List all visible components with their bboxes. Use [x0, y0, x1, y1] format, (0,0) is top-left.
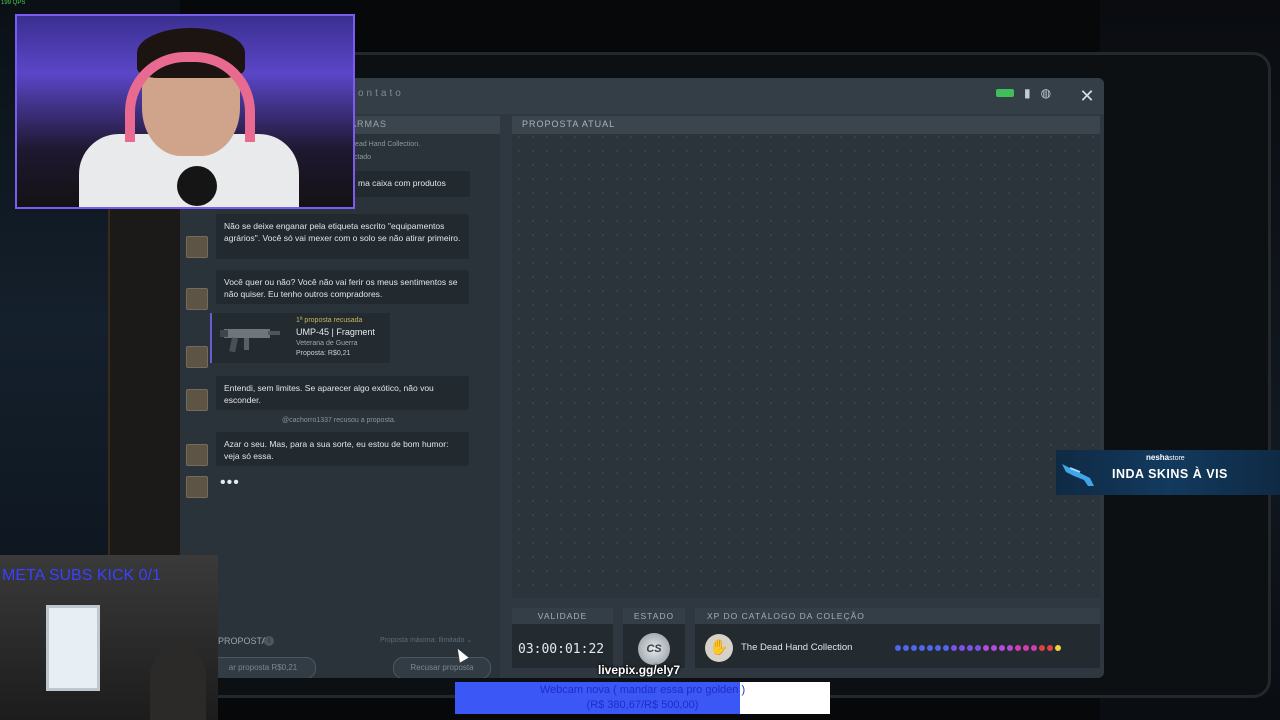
window-title: contato: [350, 88, 404, 99]
xp-dot: [999, 645, 1005, 651]
xp-dot: [1007, 645, 1013, 651]
sponsor-tagline: INDA SKINS À VIS: [1112, 467, 1228, 481]
proposal-label: PROPOSTA: [218, 636, 268, 646]
background-door: [108, 205, 182, 565]
npc-avatar: [186, 288, 208, 310]
collection-xp-box: XP DO CATÁLOGO DA COLEÇÃO ✋ The Dead Han…: [695, 608, 1100, 668]
collection-xp-label: XP DO CATÁLOGO DA COLEÇÃO: [695, 608, 1100, 624]
sponsor-banner: neshastore INDA SKINS À VIS: [1056, 450, 1280, 495]
offer-item-price: Proposta: R$0,21: [296, 350, 351, 357]
npc-avatar: [186, 346, 208, 368]
current-offer-title: PROPOSTA ATUAL: [522, 119, 616, 129]
microphone-icon: [177, 166, 217, 206]
validity-box: VALIDADE 03:00:01:22: [512, 608, 613, 668]
state-label: ESTADO: [623, 608, 685, 624]
npc-avatar: [186, 476, 208, 498]
offer-item-name: UMP-45 | Fragment: [296, 327, 375, 337]
chat-message: Azar o seu. Mas, para a sua sorte, eu es…: [216, 432, 469, 466]
camera-person: [150, 647, 206, 720]
cs-logo-icon: CS: [638, 633, 670, 665]
current-offer-panel: PROPOSTA ATUAL: [512, 116, 1100, 598]
xp-dot: [1039, 645, 1045, 651]
rifle-icon: [1062, 464, 1094, 486]
streamer-webcam: [15, 14, 355, 209]
typing-indicator: •••: [220, 474, 240, 491]
secondary-camera: META SUBS KICK 0/1: [0, 555, 218, 720]
current-offer-header: PROPOSTA ATUAL: [512, 116, 1100, 134]
chat-header-label: ARMAS: [350, 119, 388, 129]
xp-dot: [903, 645, 909, 651]
chat-message: Entendi, sem limites. Se aparecer algo e…: [216, 376, 469, 410]
xp-dot: [1055, 645, 1061, 651]
hand-icon: ✋: [705, 634, 733, 662]
info-icon[interactable]: i: [264, 636, 274, 646]
system-message: @cachorro1337 recusou a proposta.: [282, 417, 396, 424]
livepix-link: livepix.gg/ely7: [598, 663, 681, 677]
offer-item-grade: Veterana de Guerra: [296, 340, 358, 347]
npc-avatar: [186, 236, 208, 258]
xp-dot: [935, 645, 941, 651]
status-icons: ▮ ◍: [996, 86, 1051, 100]
chat-message: Não se deixe enganar pela etiqueta escri…: [216, 214, 469, 259]
xp-dot: [983, 645, 989, 651]
xp-dot: [927, 645, 933, 651]
xp-dot: [967, 645, 973, 651]
collection-xp-progress: [895, 645, 1061, 651]
npc-avatar: [186, 389, 208, 411]
sponsor-brand: neshastore: [1146, 453, 1185, 462]
collection-line: Dead Hand Collection.: [350, 141, 421, 148]
chat-message: ma caixa com produtos: [350, 171, 470, 197]
room-window: [46, 605, 100, 691]
refuse-proposal-button[interactable]: Recusar proposta: [393, 657, 491, 678]
offer-status: 1ª proposta recusada: [296, 317, 363, 324]
battery-icon: [996, 89, 1014, 97]
max-proposal-select[interactable]: Proposta máxima: Ilimitado ⌄: [380, 636, 472, 644]
xp-dot: [911, 645, 917, 651]
donation-goal-amount: (R$ 380,67/R$ 500,00): [586, 699, 699, 711]
validity-label: VALIDADE: [512, 608, 613, 624]
xp-dot: [959, 645, 965, 651]
signal-icon: ▮: [1024, 86, 1031, 100]
donation-goal-bar: Webcam nova ( mandar essa pro golden ) (…: [455, 682, 830, 714]
chat-message: Você quer ou não? Você não vai ferir os …: [216, 270, 469, 304]
xp-dot: [1047, 645, 1053, 651]
xp-dot: [975, 645, 981, 651]
fps-counter: 199 QPS: [1, 0, 26, 6]
proposal-controls: PROPOSTA i Proposta máxima: Ilimitado ⌄ …: [180, 636, 500, 678]
validity-timer: 03:00:01:22: [518, 642, 605, 657]
state-box: ESTADO CS: [623, 608, 685, 668]
npc-avatar: [186, 444, 208, 466]
xp-dot: [943, 645, 949, 651]
close-button[interactable]: ✕: [1073, 82, 1101, 110]
xp-dot: [919, 645, 925, 651]
xp-dot: [1031, 645, 1037, 651]
offer-card[interactable]: 1ª proposta recusada UMP-45 | Fragment V…: [210, 313, 390, 363]
sub-goal-text: META SUBS KICK 0/1: [2, 567, 161, 584]
xp-dot: [1015, 645, 1021, 651]
xp-dot: [1023, 645, 1029, 651]
donation-goal-title: Webcam nova ( mandar essa pro golden ): [539, 684, 746, 696]
ump45-weapon-icon: [220, 329, 280, 353]
globe-icon: ◍: [1040, 86, 1052, 100]
send-proposal-button[interactable]: ar proposta R$0,21: [210, 657, 316, 678]
collection-name: The Dead Hand Collection: [741, 642, 853, 653]
xp-dot: [951, 645, 957, 651]
xp-dot: [895, 645, 901, 651]
xp-dot: [991, 645, 997, 651]
